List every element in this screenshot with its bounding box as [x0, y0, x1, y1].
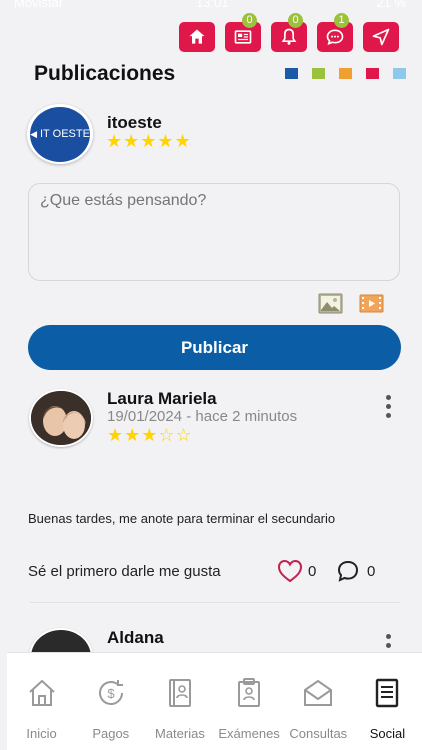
swatch-lightblue[interactable]	[393, 68, 406, 79]
tab-pagos[interactable]: $ Pagos	[76, 653, 145, 750]
send-icon	[372, 28, 390, 46]
bottom-tab-bar: Inicio $ Pagos Materias Exámenes Consult…	[7, 652, 422, 750]
tab-label: Materias	[155, 726, 205, 741]
carrier-label: Movistar	[14, 0, 64, 10]
profile-avatar[interactable]: ◀ IT OESTE	[27, 104, 93, 164]
clipboard-icon	[238, 678, 261, 707]
post-author-name[interactable]: Laura Mariela	[107, 389, 217, 409]
swatch-orange[interactable]	[339, 68, 352, 79]
swatch-red[interactable]	[366, 68, 379, 79]
attach-image-button[interactable]	[318, 293, 343, 314]
dot	[385, 634, 391, 639]
like-count: 0	[308, 563, 317, 580]
post-rating-stars: ★★★☆☆	[107, 425, 193, 445]
messages-badge: 1	[334, 13, 349, 28]
tab-materias[interactable]: Materias	[145, 653, 214, 750]
tab-label: Consultas	[289, 726, 348, 741]
document-icon	[376, 678, 399, 708]
send-button[interactable]	[363, 22, 399, 52]
home-outline-icon	[28, 679, 55, 706]
logo-text: IT OESTE	[40, 128, 90, 140]
messages-button[interactable]: 1	[317, 13, 353, 52]
payment-icon: $	[98, 680, 123, 705]
clock: 13:01	[196, 0, 229, 10]
envelope-icon	[304, 679, 333, 706]
post-divider	[30, 602, 400, 603]
tab-label: Exámenes	[218, 726, 280, 741]
dot	[385, 413, 391, 418]
user-photo	[31, 391, 91, 445]
home-icon	[189, 29, 205, 44]
notifications-button[interactable]: 0	[271, 13, 307, 52]
post-timestamp: 19/01/2024 - hace 2 minutos	[107, 408, 298, 425]
media-attach-bar	[318, 293, 384, 314]
tab-label: Inicio	[26, 726, 57, 741]
post-body: Buenas tardes, me anote para terminar el…	[28, 511, 336, 526]
comment-icon[interactable]	[337, 560, 359, 582]
image-icon	[318, 293, 343, 314]
color-swatches	[285, 68, 406, 79]
svg-text:$: $	[107, 686, 115, 701]
notifications-badge: 0	[288, 13, 303, 28]
tab-consultas[interactable]: Consultas	[284, 653, 353, 750]
tab-examenes[interactable]: Exámenes	[215, 653, 284, 750]
it-oeste-logo: ◀ IT OESTE	[30, 106, 90, 162]
tab-label: Pagos	[92, 726, 130, 741]
swatch-green[interactable]	[312, 68, 325, 79]
swatch-blue[interactable]	[285, 68, 298, 79]
publish-button[interactable]: Publicar	[28, 325, 401, 370]
post-author-name[interactable]: Aldana	[107, 628, 164, 648]
home-button[interactable]	[179, 22, 215, 52]
news-button[interactable]: 0	[225, 13, 261, 52]
comment-count: 0	[367, 563, 376, 580]
chat-icon	[326, 29, 344, 46]
profile-rating-stars: ★★★★★	[106, 131, 192, 151]
tab-social[interactable]: Social	[353, 653, 422, 750]
battery-level: 21 %	[376, 0, 406, 10]
dot	[385, 643, 391, 648]
top-action-bar: 0 0 1	[179, 13, 399, 52]
tab-label: Social	[369, 726, 406, 741]
post-options-button[interactable]	[384, 395, 392, 418]
tab-inicio[interactable]: Inicio	[7, 653, 76, 750]
dot	[385, 404, 391, 409]
heart-icon[interactable]	[277, 559, 303, 583]
post-composer-input[interactable]	[28, 183, 400, 281]
dot	[385, 395, 391, 400]
status-bar: Movistar 13:01 21 %	[0, 0, 422, 12]
logo-arrow-icon: ◀	[30, 128, 37, 139]
bell-icon	[281, 28, 297, 45]
page-title: Publicaciones	[34, 62, 176, 85]
news-icon	[234, 30, 252, 44]
likes-prompt: Sé el primero darle me gusta	[28, 563, 221, 580]
post-author-avatar[interactable]	[29, 389, 93, 447]
video-icon	[359, 294, 384, 313]
news-badge: 0	[242, 13, 257, 28]
profile-name: itoeste	[107, 113, 162, 132]
notebook-icon	[168, 679, 191, 707]
attach-video-button[interactable]	[359, 293, 384, 314]
